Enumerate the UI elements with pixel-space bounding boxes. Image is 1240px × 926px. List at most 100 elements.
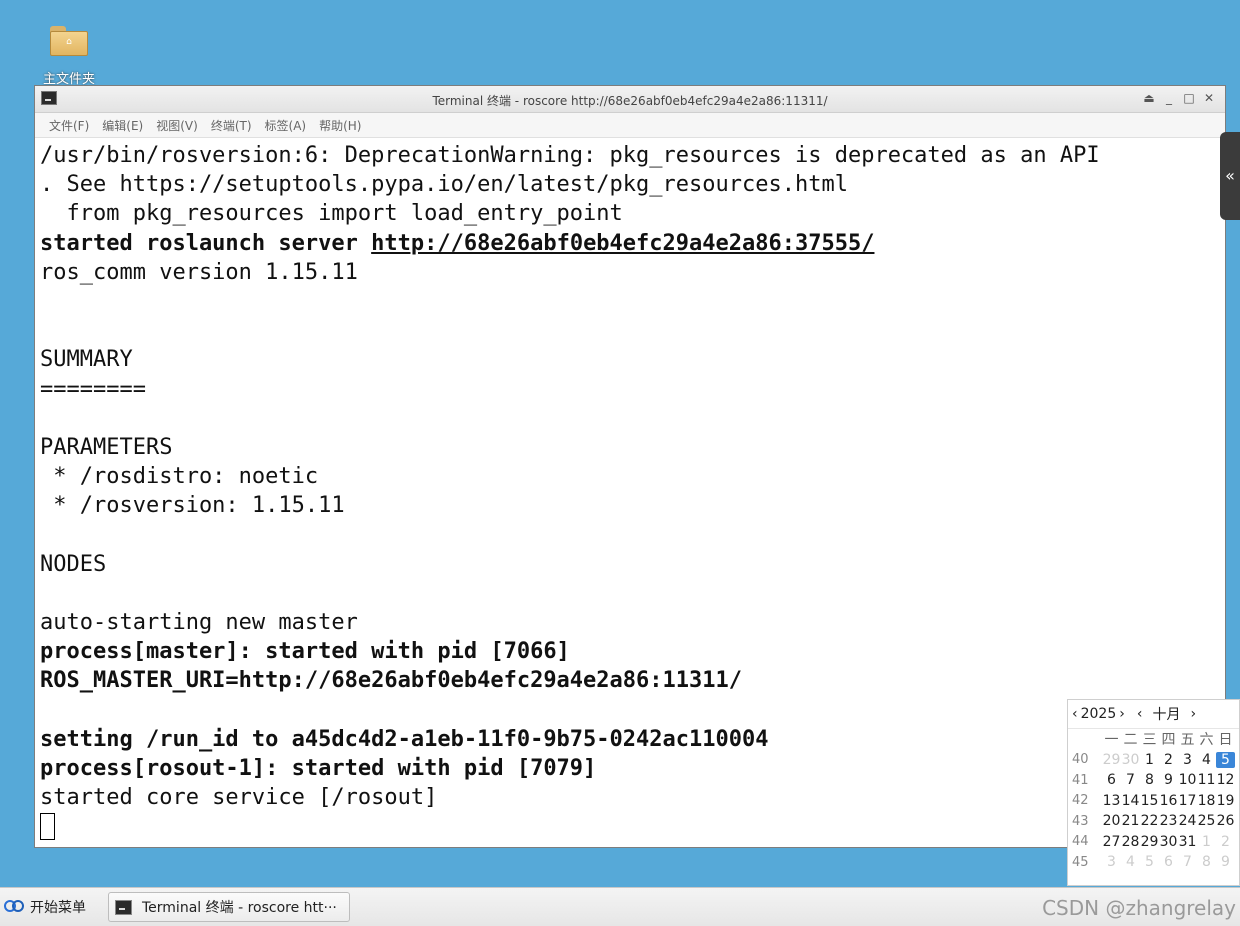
calendar-weekday: 日 — [1218, 732, 1233, 749]
next-year-button[interactable]: › — [1119, 706, 1125, 722]
calendar-day[interactable]: 30 — [1159, 834, 1178, 850]
terminal-line-text: process[rosout-1]: started with pid [707… — [40, 755, 597, 781]
home-folder-shortcut[interactable]: ⌂ 主文件夹 — [36, 22, 102, 87]
calendar-day[interactable]: 25 — [1197, 813, 1216, 829]
minimize-button[interactable]: _ — [1161, 90, 1177, 106]
menu-help[interactable]: 帮助(H) — [319, 117, 361, 134]
calendar-week-number: 41 — [1072, 772, 1089, 788]
calendar-day[interactable]: 9 — [1216, 854, 1235, 870]
calendar-day[interactable]: 2 — [1159, 752, 1178, 768]
calendar-week-number: 45 — [1072, 854, 1089, 870]
calendar-week-number: 40 — [1072, 752, 1089, 768]
calendar-day[interactable]: 27 — [1102, 834, 1121, 850]
terminal-line: . See https://setuptools.pypa.io/en/late… — [40, 170, 1210, 199]
maximize-button[interactable]: □ — [1181, 90, 1197, 106]
window-titlebar[interactable]: Terminal 终端 - roscore http://68e26abf0eb… — [35, 86, 1225, 113]
calendar-day[interactable]: 29 — [1102, 752, 1121, 768]
close-button[interactable]: ✕ — [1201, 90, 1217, 106]
terminal-line-text: ROS_MASTER_URI=http://68e26abf0eb4efc29a… — [40, 668, 742, 694]
terminal-prompt-line — [40, 812, 1210, 841]
terminal-line: PARAMETERS — [40, 433, 1210, 462]
calendar-day[interactable]: 9 — [1159, 772, 1178, 788]
calendar-day[interactable]: 6 — [1102, 772, 1121, 788]
terminal-output[interactable]: /usr/bin/rosversion:6: DeprecationWarnin… — [40, 141, 1210, 845]
calendar-day[interactable]: 19 — [1216, 793, 1235, 809]
calendar-day[interactable]: 23 — [1159, 813, 1178, 829]
terminal-line-text: from pkg_resources import load_entry_poi… — [40, 201, 623, 227]
calendar-header: ‹ 2025 › ‹ 十月 › — [1068, 700, 1239, 729]
terminal-line-text: * /rosdistro: noetic — [40, 464, 319, 490]
terminal-line-text: ======== — [40, 376, 146, 402]
terminal-line-text: * /rosversion: 1.15.11 — [40, 493, 345, 519]
calendar-day[interactable]: 14 — [1121, 793, 1140, 809]
calendar-day[interactable]: 28 — [1121, 834, 1140, 850]
prev-month-button[interactable]: ‹ — [1137, 706, 1143, 722]
calendar-day[interactable]: 24 — [1178, 813, 1197, 829]
terminal-line: process[master]: started with pid [7066] — [40, 637, 1210, 666]
calendar-day[interactable]: 18 — [1197, 793, 1216, 809]
menu-view[interactable]: 视图(V) — [156, 117, 198, 134]
next-month-button[interactable]: › — [1190, 706, 1196, 722]
terminal-window: Terminal 终端 - roscore http://68e26abf0eb… — [34, 85, 1226, 848]
prev-year-button[interactable]: ‹ — [1072, 706, 1078, 722]
menu-file[interactable]: 文件(F) — [49, 117, 89, 134]
calendar-day[interactable]: 21 — [1121, 813, 1140, 829]
terminal-line: ROS_MASTER_URI=http://68e26abf0eb4efc29a… — [40, 666, 1210, 695]
collapse-panel-handle[interactable]: « — [1220, 132, 1240, 220]
menu-terminal[interactable]: 终端(T) — [211, 117, 252, 134]
terminal-line-text: . See https://setuptools.pypa.io/en/late… — [40, 172, 848, 198]
calendar-week-row: 42 13 14 15 16 17 18 19 — [1068, 791, 1239, 812]
taskbar-terminal-button[interactable]: Terminal 终端 - roscore htt··· — [108, 892, 350, 922]
terminal-line-text: auto-starting new master — [40, 610, 358, 635]
calendar-day-today[interactable]: 5 — [1216, 751, 1235, 768]
menu-tabs[interactable]: 标签(A) — [265, 117, 307, 134]
calendar-month: 十月 — [1152, 707, 1181, 723]
calendar-day[interactable]: 10 — [1178, 772, 1197, 788]
calendar-day[interactable]: 12 — [1216, 772, 1235, 788]
taskbar-terminal-label: Terminal 终端 - roscore htt··· — [142, 900, 337, 916]
calendar-day[interactable]: 6 — [1159, 854, 1178, 870]
calendar-day[interactable]: 3 — [1178, 752, 1197, 768]
calendar-day[interactable]: 15 — [1140, 793, 1159, 809]
calendar-day[interactable]: 29 — [1140, 834, 1159, 850]
calendar-day[interactable]: 4 — [1197, 752, 1216, 768]
taskbar: 开始菜单 Terminal 终端 - roscore htt··· CSDN @… — [0, 887, 1240, 926]
calendar-week-number: 43 — [1072, 813, 1089, 829]
calendar-day[interactable]: 4 — [1121, 854, 1140, 870]
calendar-day[interactable]: 26 — [1216, 813, 1235, 829]
calendar-week-number: 44 — [1072, 834, 1089, 850]
calendar-day[interactable]: 22 — [1140, 813, 1159, 829]
calendar-day[interactable]: 2 — [1216, 834, 1235, 850]
calendar-day[interactable]: 1 — [1197, 834, 1216, 850]
calendar-day[interactable]: 20 — [1102, 813, 1121, 829]
calendar-day[interactable]: 17 — [1178, 793, 1197, 809]
calendar-day[interactable]: 8 — [1140, 772, 1159, 788]
terminal-cursor — [40, 813, 55, 841]
calendar-day[interactable]: 5 — [1140, 854, 1159, 870]
calendar-day[interactable]: 13 — [1102, 793, 1121, 809]
calendar-day[interactable]: 7 — [1178, 854, 1197, 870]
calendar-day[interactable]: 16 — [1159, 793, 1178, 809]
shade-button[interactable]: ⏏ — [1141, 90, 1157, 106]
calendar-day[interactable]: 30 — [1121, 752, 1140, 768]
calendar-day[interactable]: 7 — [1121, 772, 1140, 788]
calendar-grid: 一二三四五六日 40 29 30 1 2 3 4 5 41 6 7 8 9 10 11 12 42 13 14 15 16… — [1068, 729, 1239, 873]
calendar-week-row: 43 20 21 22 23 24 25 26 — [1068, 811, 1239, 832]
calendar-day[interactable]: 31 — [1178, 834, 1197, 850]
calendar-week-row: 41 6 7 8 9 10 11 12 — [1068, 770, 1239, 791]
calendar-day[interactable]: 11 — [1197, 772, 1216, 788]
terminal-line: process[rosout-1]: started with pid [707… — [40, 754, 1210, 783]
menu-edit[interactable]: 编辑(E) — [102, 117, 143, 134]
start-logo-icon — [4, 899, 26, 915]
calendar-day[interactable]: 8 — [1197, 854, 1216, 870]
calendar-day[interactable]: 1 — [1140, 752, 1159, 768]
start-menu-button[interactable]: 开始菜单 — [4, 897, 86, 917]
watermark: CSDN @zhangrelay — [1042, 896, 1236, 920]
terminal-link[interactable]: http://68e26abf0eb4efc29a4e2a86:37555/ — [371, 231, 874, 256]
calendar-day[interactable]: 3 — [1102, 854, 1121, 870]
calendar-weekday: 六 — [1199, 732, 1214, 749]
calendar-weekday: 一 — [1104, 732, 1119, 749]
